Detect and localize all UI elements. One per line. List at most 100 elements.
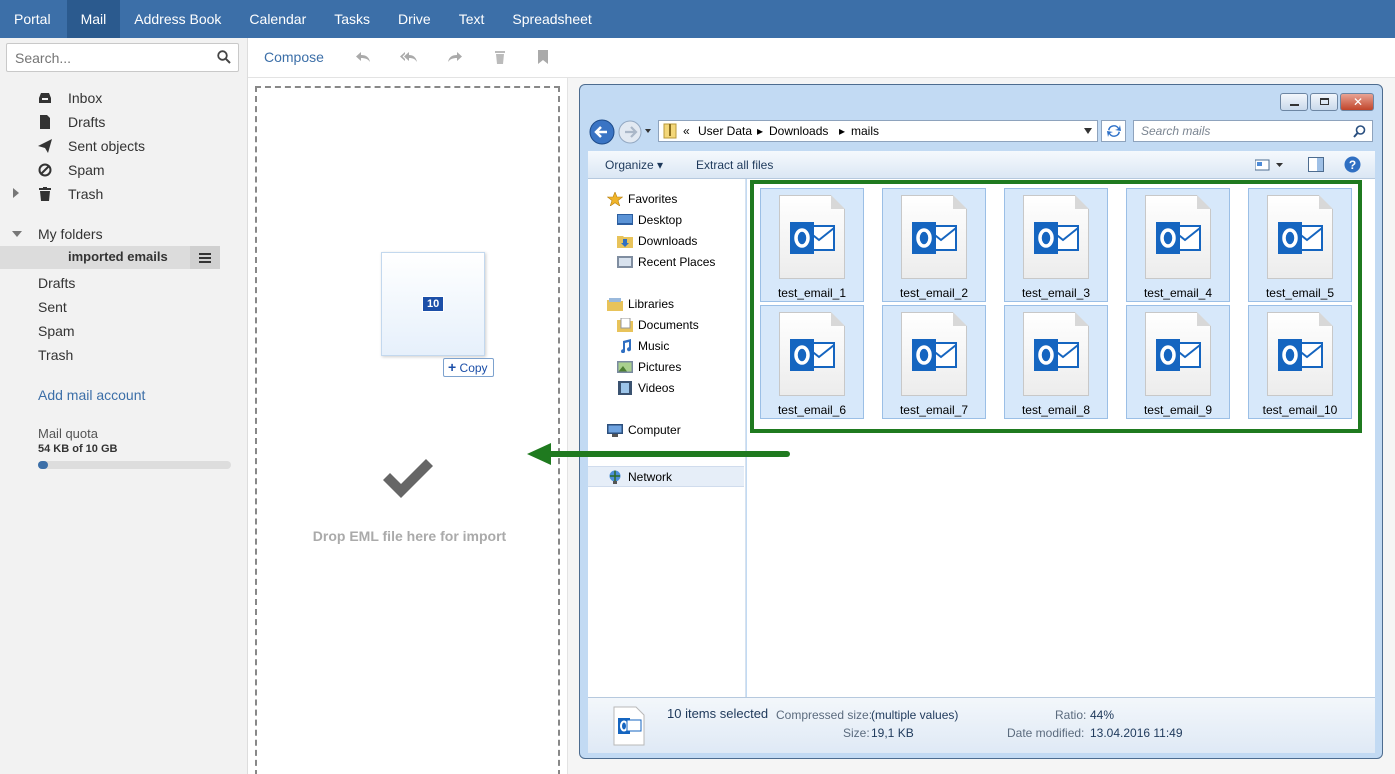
eml-drop-zone[interactable]: 10 + Copy Drop EML file here for import [255, 86, 560, 774]
file-list-area: test_email_1 test_email_2 test_email_3 t… [747, 179, 1375, 697]
breadcrumb-separator-icon[interactable]: ▸ [839, 124, 845, 138]
file-name: test_email_3 [1021, 286, 1091, 300]
documents-icon [617, 318, 633, 332]
nav-label: Network [628, 470, 673, 484]
breadcrumb-downloads[interactable]: Downloads [769, 124, 828, 138]
file-name: test_email_9 [1143, 403, 1213, 417]
explorer-search-box[interactable]: Search mails [1133, 120, 1373, 142]
libraries-icon [607, 298, 623, 311]
file-tile[interactable]: test_email_6 [760, 305, 864, 419]
tab-portal[interactable]: Portal [0, 0, 67, 38]
delete-icon[interactable] [491, 49, 509, 65]
maximize-button[interactable] [1310, 93, 1338, 111]
subfolder-sent[interactable]: Sent [38, 299, 67, 315]
file-tile[interactable]: test_email_5 [1248, 188, 1352, 302]
email-file-icon [1267, 312, 1333, 396]
my-folders-header[interactable]: My folders [0, 223, 247, 245]
tab-text[interactable]: Text [445, 0, 499, 38]
network-icon [609, 470, 621, 484]
folder-inbox[interactable]: Inbox [0, 87, 247, 109]
expand-caret-icon[interactable] [12, 188, 20, 198]
collapse-caret-icon[interactable] [12, 230, 22, 238]
copy-badge: + Copy [443, 358, 494, 377]
forward-icon[interactable] [446, 49, 464, 65]
tab-tasks[interactable]: Tasks [320, 0, 384, 38]
file-tile[interactable]: test_email_8 [1004, 305, 1108, 419]
breadcrumb-prefix: « [683, 124, 690, 138]
file-tile[interactable]: test_email_10 [1248, 305, 1352, 419]
folder-label: Spam [68, 162, 105, 178]
folder-label: Sent objects [68, 138, 146, 154]
email-file-icon [1023, 312, 1089, 396]
breadcrumb-separator-icon[interactable]: ▸ [757, 124, 763, 138]
outlook-icon [790, 222, 835, 254]
extract-all-files-button[interactable]: Extract all files [696, 158, 773, 172]
mail-toolbar: Compose [248, 38, 1395, 78]
subfolder-drafts[interactable]: Drafts [38, 275, 75, 291]
email-file-icon [779, 312, 845, 396]
nav-videos[interactable]: Videos [588, 378, 745, 399]
file-tile[interactable]: test_email_2 [882, 188, 986, 302]
preview-pane-icon[interactable] [1308, 157, 1324, 172]
file-tile[interactable]: test_email_7 [882, 305, 986, 419]
folder-drafts[interactable]: Drafts [0, 111, 247, 133]
nav-music[interactable]: Music [588, 336, 745, 357]
mail-sidebar: Inbox Drafts Sent objects Spam Trash My … [0, 38, 248, 774]
tab-address-book[interactable]: Address Book [120, 0, 235, 38]
close-window-button[interactable]: ✕ [1340, 93, 1374, 111]
search-input[interactable] [7, 44, 207, 71]
folder-imported-emails[interactable]: imported emails [0, 246, 220, 269]
window-controls: ✕ [1278, 93, 1374, 111]
tab-spreadsheet[interactable]: Spreadsheet [498, 0, 605, 38]
trash-icon [39, 187, 51, 201]
nav-computer[interactable]: Computer [588, 420, 745, 441]
search-box [6, 43, 239, 72]
search-icon[interactable] [1353, 125, 1366, 138]
file-tile[interactable]: test_email_1 [760, 188, 864, 302]
folder-trash[interactable]: Trash [0, 183, 247, 205]
nav-downloads[interactable]: Downloads [588, 231, 745, 252]
nav-label: Downloads [638, 234, 698, 248]
file-name: test_email_6 [777, 403, 847, 417]
email-file-icon [1145, 195, 1211, 279]
file-tile[interactable]: test_email_3 [1004, 188, 1108, 302]
folder-spam[interactable]: Spam [0, 159, 247, 181]
nav-favorites[interactable]: Favorites [588, 189, 745, 210]
folder-menu-icon[interactable] [190, 246, 220, 269]
zip-folder-icon [663, 123, 677, 139]
subfolder-trash[interactable]: Trash [38, 347, 73, 363]
compose-button[interactable]: Compose [264, 49, 324, 65]
nav-recent-places[interactable]: Recent Places [588, 252, 745, 273]
flag-icon[interactable] [534, 49, 552, 65]
refresh-button[interactable] [1101, 120, 1126, 142]
nav-desktop[interactable]: Desktop [588, 210, 745, 231]
address-bar[interactable]: « User Data ▸ Downloads ▸ mails [658, 120, 1098, 142]
selection-file-icon [613, 706, 645, 746]
file-tile[interactable]: test_email_9 [1126, 305, 1230, 419]
search-icon[interactable] [217, 50, 231, 64]
nav-documents[interactable]: Documents [588, 315, 745, 336]
file-tile[interactable]: test_email_4 [1126, 188, 1230, 302]
reply-icon[interactable] [354, 49, 372, 65]
help-icon[interactable]: ? [1344, 156, 1361, 173]
breadcrumb-user-data[interactable]: User Data [698, 124, 752, 138]
subfolder-spam[interactable]: Spam [38, 323, 75, 339]
nav-network[interactable]: Network [588, 466, 744, 487]
add-mail-account-link[interactable]: Add mail account [38, 387, 145, 403]
reply-all-icon[interactable] [400, 49, 418, 65]
breadcrumb-mails[interactable]: mails [851, 124, 879, 138]
organize-button[interactable]: Organize ▾ [605, 158, 663, 172]
minimize-button[interactable] [1280, 93, 1308, 111]
pictures-icon [617, 361, 633, 373]
tab-drive[interactable]: Drive [384, 0, 445, 38]
change-view-icon[interactable] [1255, 159, 1285, 171]
nav-libraries[interactable]: Libraries [588, 294, 745, 315]
back-forward-buttons[interactable] [588, 118, 654, 146]
tab-mail[interactable]: Mail [66, 0, 121, 38]
address-dropdown-icon[interactable] [1084, 128, 1092, 134]
nav-pictures[interactable]: Pictures [588, 357, 745, 378]
import-drop-column: 10 + Copy Drop EML file here for import [248, 78, 568, 774]
folder-sent-objects[interactable]: Sent objects [0, 135, 247, 157]
tab-calendar[interactable]: Calendar [235, 0, 320, 38]
nav-label: Videos [638, 381, 675, 395]
